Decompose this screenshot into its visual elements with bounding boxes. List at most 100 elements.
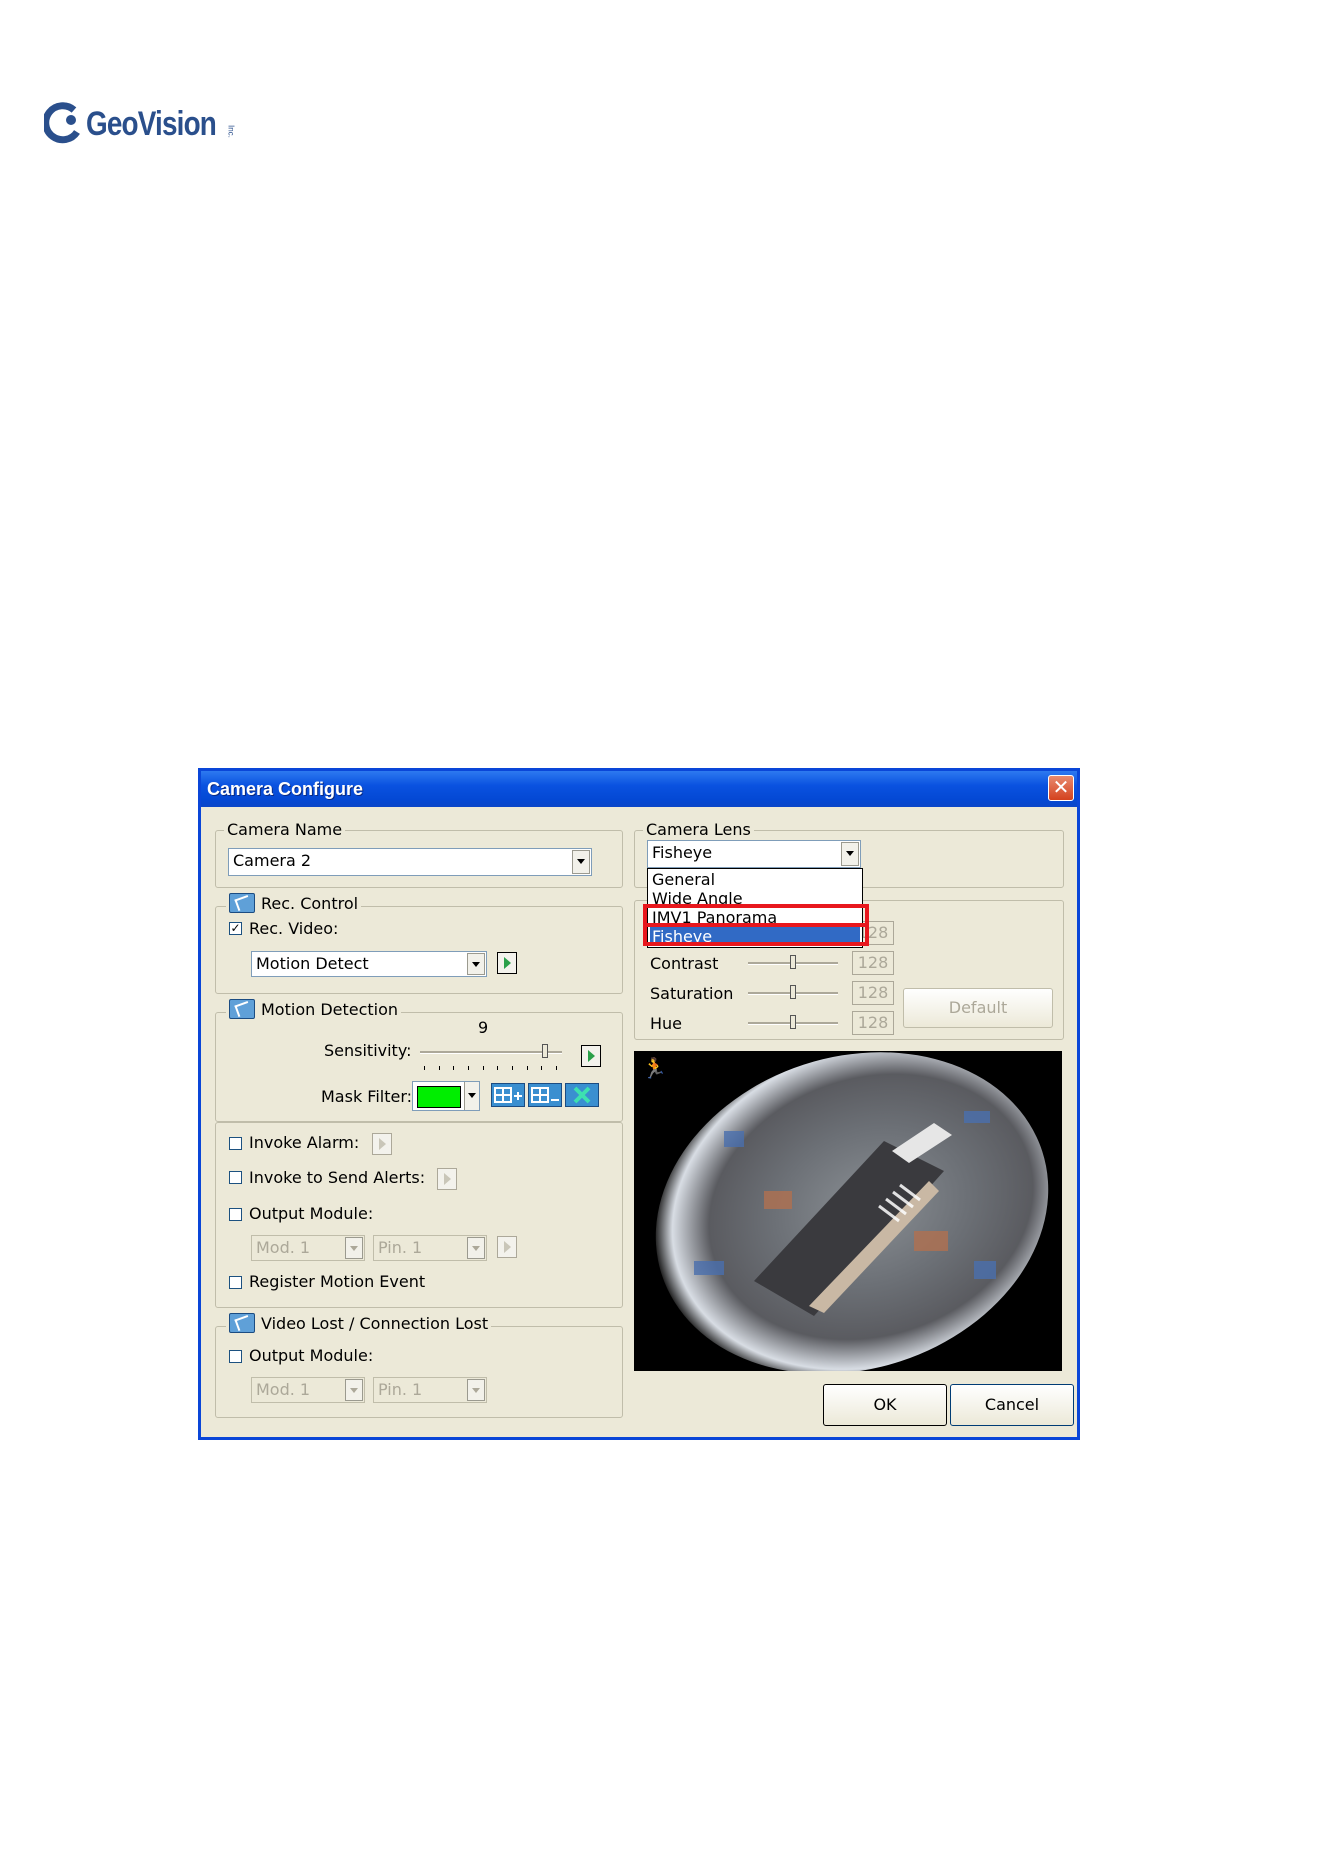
cancel-button[interactable]: Cancel xyxy=(950,1384,1074,1426)
video-lost-module-combo[interactable]: Mod. 1 xyxy=(251,1377,365,1403)
default-button[interactable]: Default xyxy=(903,988,1053,1028)
slider-tick xyxy=(497,1066,498,1070)
logo-suffix: Inc. xyxy=(226,124,236,138)
chevron-down-icon[interactable] xyxy=(464,1082,479,1110)
sensitivity-label: Sensitivity: xyxy=(324,1041,412,1060)
adjust-value-box[interactable]: 128 xyxy=(852,981,894,1005)
invoke-alarm-settings-arrow[interactable] xyxy=(372,1133,392,1155)
motion-indicator-icon: 🏃 xyxy=(642,1056,667,1080)
mask-tools xyxy=(491,1083,601,1109)
remove-mask-icon[interactable] xyxy=(528,1083,562,1107)
logo-mark-icon xyxy=(42,102,82,146)
output-pin-combo[interactable]: Pin. 1 xyxy=(373,1235,487,1261)
video-lost-pin-value: Pin. 1 xyxy=(378,1380,423,1399)
mask-color-swatch xyxy=(417,1086,461,1108)
adjust-slider[interactable] xyxy=(748,955,838,973)
chevron-down-icon[interactable] xyxy=(467,1237,485,1259)
register-motion-checkbox[interactable] xyxy=(229,1276,242,1289)
chevron-down-icon[interactable] xyxy=(345,1379,363,1401)
register-motion-label: Register Motion Event xyxy=(249,1272,426,1291)
video-lost-group: Video Lost / Connection Lost xyxy=(215,1313,623,1418)
invoke-alerts-settings-arrow[interactable] xyxy=(437,1168,457,1190)
motion-detection-icon[interactable] xyxy=(229,999,255,1019)
camera-name-combo[interactable]: Camera 2 xyxy=(228,848,592,876)
camera-lens-legend: Camera Lens xyxy=(643,820,754,839)
rec-video-label: Rec. Video: xyxy=(249,919,339,938)
adjust-thumb[interactable] xyxy=(790,985,796,999)
close-button[interactable]: ✕ xyxy=(1048,775,1074,801)
video-lost-legend: Video Lost / Connection Lost xyxy=(226,1313,492,1333)
camera-lens-combo[interactable]: Fisheye xyxy=(647,840,861,868)
motion-detection-legend: Motion Detection xyxy=(226,999,402,1019)
ok-button[interactable]: OK xyxy=(823,1384,947,1426)
invoke-alarm-label: Invoke Alarm: xyxy=(249,1133,360,1152)
sensitivity-slider[interactable] xyxy=(420,1044,562,1062)
geovision-logo: GeoVision Inc. xyxy=(42,100,236,148)
output-module-value: Mod. 1 xyxy=(256,1238,311,1257)
add-mask-icon[interactable] xyxy=(491,1083,525,1107)
window-title: Camera Configure xyxy=(207,779,364,799)
fisheye-image: 🏃 xyxy=(642,1052,1049,1371)
video-lost-pin-combo[interactable]: Pin. 1 xyxy=(373,1377,487,1403)
output-module-settings-arrow[interactable] xyxy=(497,1236,517,1258)
slider-tick xyxy=(512,1066,513,1070)
camera-name-value: Camera 2 xyxy=(233,851,312,870)
sensitivity-settings-arrow[interactable] xyxy=(581,1045,601,1067)
video-lost-output-label: Output Module: xyxy=(249,1346,374,1365)
adjust-value-box[interactable]: 128 xyxy=(852,1011,894,1035)
adjust-slider[interactable] xyxy=(748,985,838,1003)
chevron-down-icon[interactable] xyxy=(572,850,590,874)
sensitivity-track xyxy=(420,1051,562,1054)
chevron-down-icon[interactable] xyxy=(467,1379,485,1401)
output-module-checkbox[interactable] xyxy=(229,1208,242,1221)
sensitivity-value: 9 xyxy=(478,1018,489,1037)
adjust-thumb[interactable] xyxy=(790,1015,796,1029)
adjust-label: Saturation xyxy=(650,984,734,1003)
rec-control-title: Rec. Control xyxy=(261,893,359,913)
clear-mask-icon[interactable] xyxy=(565,1083,599,1107)
rec-mode-settings-arrow[interactable] xyxy=(497,952,517,974)
camera-lens-value: Fisheye xyxy=(652,843,713,862)
mask-filter-label: Mask Filter: xyxy=(321,1087,413,1106)
adjust-label: Contrast xyxy=(650,954,719,973)
sensitivity-thumb[interactable] xyxy=(542,1044,548,1058)
output-pin-value: Pin. 1 xyxy=(378,1238,423,1257)
slider-tick xyxy=(527,1066,528,1070)
slider-tick xyxy=(483,1066,484,1070)
slider-tick xyxy=(439,1066,440,1070)
invoke-alerts-label: Invoke to Send Alerts: xyxy=(249,1168,426,1187)
video-lost-title: Video Lost / Connection Lost xyxy=(261,1313,489,1333)
rec-mode-value: Motion Detect xyxy=(256,954,369,973)
invoke-alarm-checkbox[interactable] xyxy=(229,1137,242,1150)
close-icon: ✕ xyxy=(1052,775,1070,799)
mask-color-picker[interactable] xyxy=(412,1081,480,1111)
rec-control-legend: Rec. Control xyxy=(226,893,362,913)
motion-detection-title: Motion Detection xyxy=(261,999,399,1019)
slider-tick xyxy=(453,1066,454,1070)
adjust-label: Hue xyxy=(650,1014,683,1033)
output-module-combo[interactable]: Mod. 1 xyxy=(251,1235,365,1261)
rec-control-icon[interactable] xyxy=(229,893,255,913)
adjust-slider[interactable] xyxy=(748,1015,838,1033)
slider-tick xyxy=(424,1066,425,1070)
video-lost-icon[interactable] xyxy=(229,1313,255,1333)
fisheye-preview: 🏃 xyxy=(634,1051,1062,1371)
rec-video-checkbox[interactable]: ✓ xyxy=(229,922,242,935)
logo-wordmark: GeoVision xyxy=(86,104,217,143)
adjust-thumb[interactable] xyxy=(790,955,796,969)
chevron-down-icon[interactable] xyxy=(345,1237,363,1259)
slider-tick xyxy=(556,1066,557,1070)
slider-tick xyxy=(468,1066,469,1070)
lens-option[interactable]: General xyxy=(650,870,860,889)
video-lost-module-value: Mod. 1 xyxy=(256,1380,311,1399)
adjust-value-box[interactable]: 128 xyxy=(852,951,894,975)
video-lost-output-checkbox[interactable] xyxy=(229,1350,242,1363)
camera-name-legend: Camera Name xyxy=(224,820,346,839)
sensitivity-ticks xyxy=(424,1066,557,1070)
chevron-down-icon[interactable] xyxy=(467,953,485,975)
highlight-box xyxy=(643,923,869,946)
invoke-alerts-checkbox[interactable] xyxy=(229,1171,242,1184)
chevron-down-icon[interactable] xyxy=(841,842,859,866)
rec-mode-combo[interactable]: Motion Detect xyxy=(251,951,487,977)
title-bar[interactable]: Camera Configure ✕ xyxy=(201,771,1077,807)
